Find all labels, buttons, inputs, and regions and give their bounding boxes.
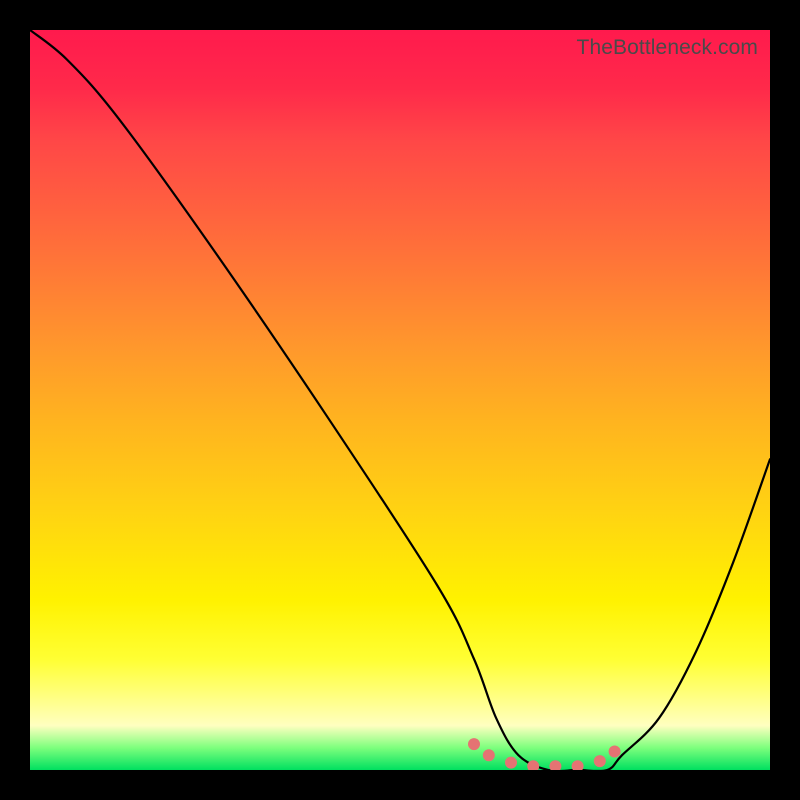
optimal-marker — [549, 760, 561, 770]
optimal-marker — [594, 755, 606, 767]
chart-plot-area: TheBottleneck.com — [30, 30, 770, 770]
optimal-marker — [468, 738, 480, 750]
watermark-text: TheBottleneck.com — [577, 36, 758, 60]
optimal-range-markers — [468, 738, 621, 770]
optimal-marker — [572, 760, 584, 770]
optimal-marker — [609, 746, 621, 758]
markers-svg — [30, 30, 770, 770]
optimal-marker — [505, 757, 517, 769]
optimal-marker — [527, 760, 539, 770]
optimal-marker — [483, 749, 495, 761]
